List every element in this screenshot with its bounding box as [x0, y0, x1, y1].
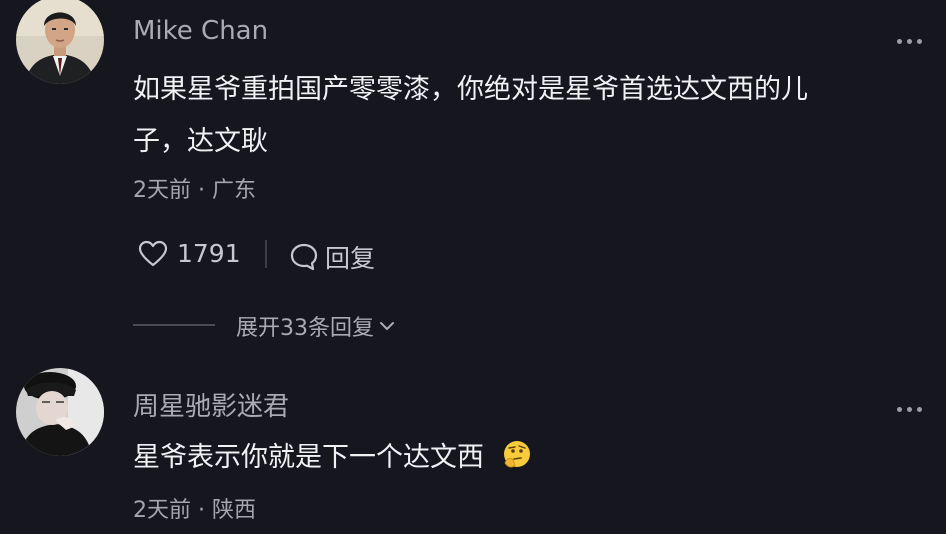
heart-icon	[138, 240, 168, 266]
comment-content-line-2: 子，达文耿	[133, 126, 268, 157]
more-options-icon[interactable]	[896, 404, 926, 414]
comment-time: 2天前	[133, 178, 191, 203]
like-count: 1791	[177, 239, 241, 268]
comments-page: Mike Chan 如果星爷重拍国产零零漆，你绝对是星爷首选达文西的儿 子，达文…	[0, 0, 946, 534]
comment-text: 星爷表示你就是下一个达文西	[133, 442, 484, 473]
meta-separator: ·	[198, 178, 212, 203]
comment-author[interactable]: Mike Chan	[133, 16, 268, 46]
comment-location: 陕西	[212, 498, 257, 523]
comment-meta: 2天前 · 陕西	[133, 492, 256, 524]
comment-location: 广东	[212, 178, 257, 203]
avatar[interactable]	[16, 368, 104, 456]
comment-author[interactable]: 周星驰影迷君	[133, 386, 289, 423]
expand-replies-button[interactable]: 展开33条回复	[236, 310, 396, 342]
avatar[interactable]	[16, 0, 104, 84]
comment-content: 星爷表示你就是下一个达文西	[133, 432, 533, 484]
action-divider	[265, 240, 267, 268]
comment-time: 2天前	[133, 498, 191, 523]
expand-replies-label: 展开33条回复	[236, 316, 374, 341]
chevron-down-icon	[380, 322, 394, 330]
comment-meta: 2天前 · 广东	[133, 172, 256, 204]
more-options-icon[interactable]	[896, 36, 926, 46]
avatar-man-in-suit-icon	[16, 0, 104, 84]
reply-button[interactable]: 回复	[289, 239, 375, 275]
like-button[interactable]: 1791	[138, 239, 241, 268]
comment-bubble-icon	[290, 243, 318, 271]
thinking-face-emoji-icon	[503, 441, 530, 468]
expand-replies-line	[133, 324, 215, 326]
meta-separator: ·	[198, 498, 212, 523]
comment-content-line-1: 如果星爷重拍国产零零漆，你绝对是星爷首选达文西的儿	[133, 74, 808, 105]
reply-label: 回复	[325, 244, 376, 273]
avatar-person-in-hat-icon	[16, 368, 104, 456]
